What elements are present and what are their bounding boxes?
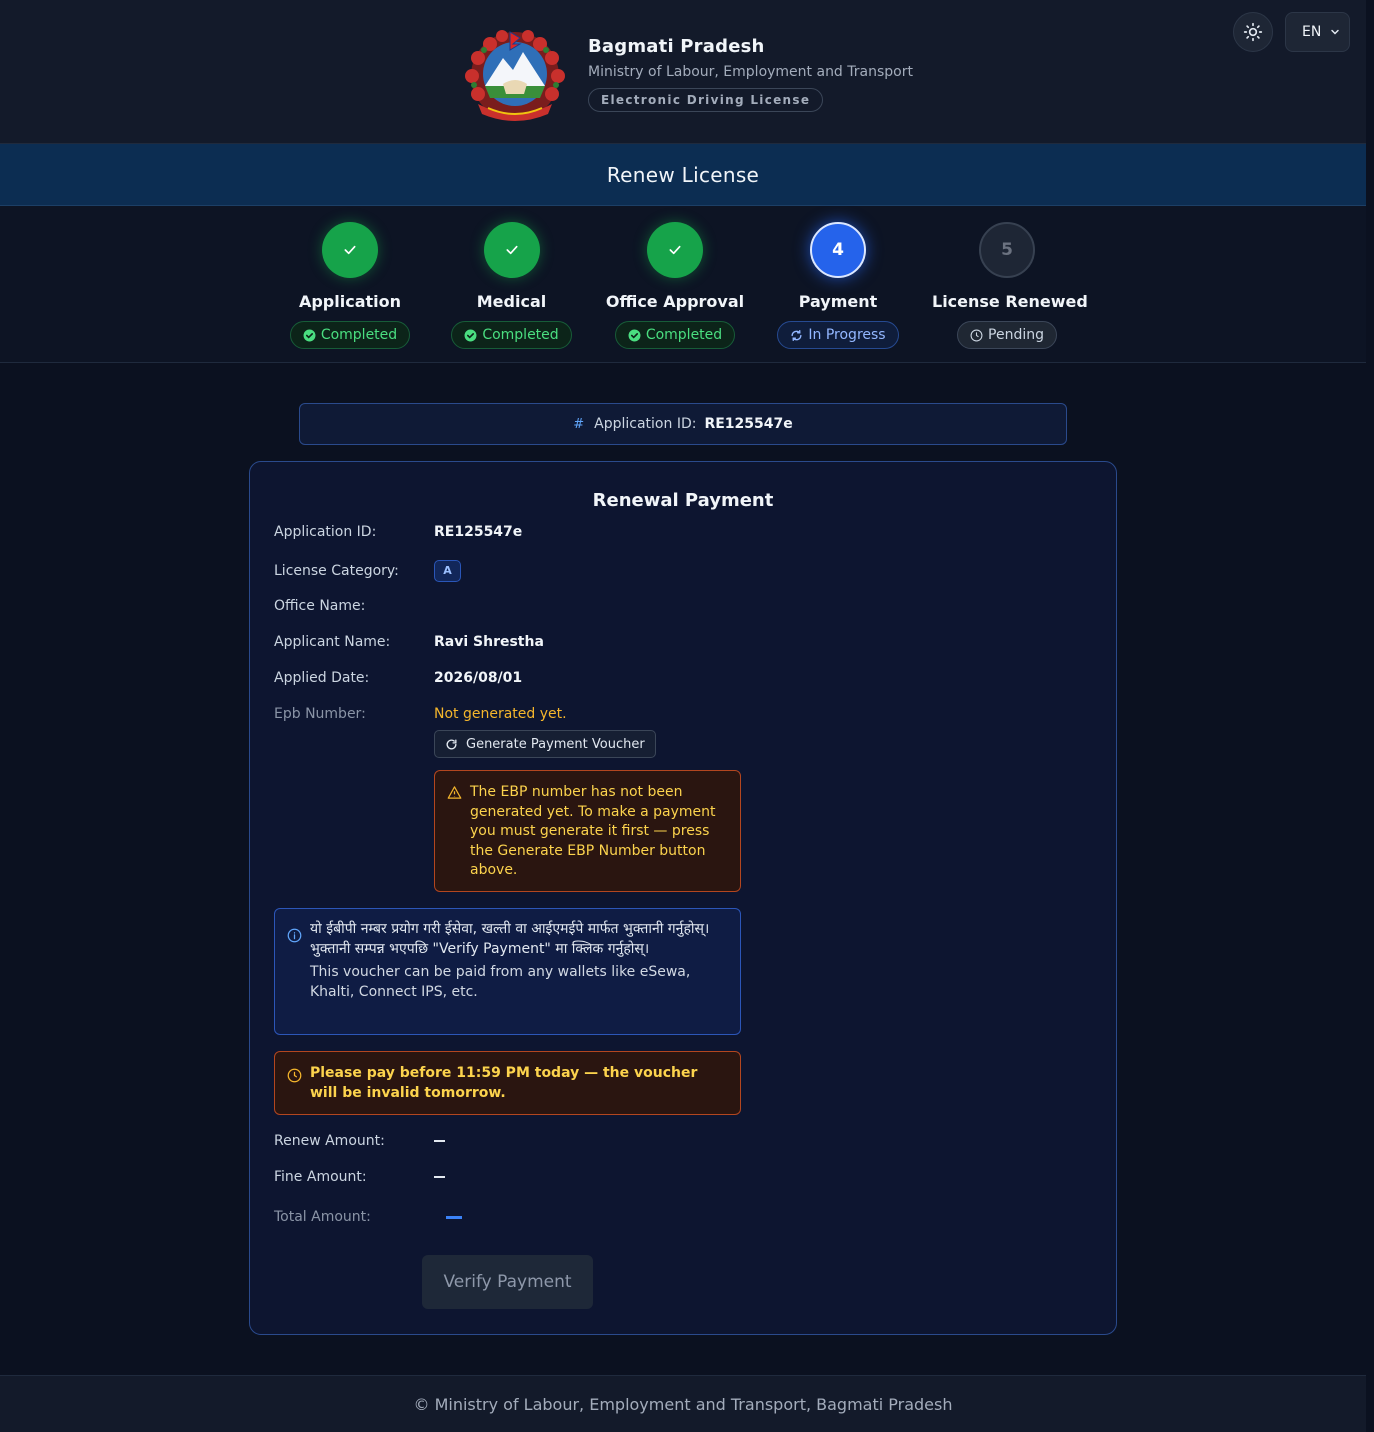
check-circle-icon [303,329,316,341]
language-select[interactable]: EN [1285,12,1350,52]
footer-text: © Ministry of Labour, Employment and Tra… [413,1394,953,1414]
page: Bagmati Pradesh Ministry of Labour, Empl… [0,0,1366,1432]
verify-payment-button[interactable]: Verify Payment [422,1255,593,1309]
payment-deadline-alert: Please pay before 11:59 PM today — the v… [274,1051,741,1115]
total-amount-row: Total Amount: [274,1209,462,1225]
page-title: Renew License [606,162,760,187]
field-applied-date: Applied Date: 2026/08/01 [274,670,523,686]
brand-badge: Electronic Driving License [588,88,824,112]
progress-stepper: Application Completed Medical Completed … [0,206,1366,363]
step-status-badge: In Progress [777,321,899,349]
application-id-label: Application ID: [594,416,697,432]
page-title-bar: Renew License [0,144,1366,206]
refresh-icon [791,329,802,341]
step-label: Payment [798,292,878,311]
step-license-renewed: 5 License Renewed Pending [932,222,1088,349]
theme-toggle-button[interactable] [1233,12,1273,52]
info-icon [287,928,302,943]
fine-amount-row: Fine Amount: [274,1169,445,1185]
empty-value-dash [434,1176,445,1178]
step-label: Medical [476,292,547,311]
category-badge: A [434,560,461,582]
field-license-category: License Category: A [274,560,461,582]
step-number: 4 [810,222,866,278]
check-circle-icon [628,329,641,341]
field-epb-number: Epb Number: Not generated yet. [274,706,567,722]
step-payment: 4 Payment In Progress [774,222,902,349]
payment-info-alert: यो ईबीपी नम्बर प्रयोग गरी ईसेवा, खल्ती व… [274,908,741,1035]
card-title: Renewal Payment [592,490,774,511]
warning-icon [447,786,462,799]
page-scrollbar[interactable] [1366,0,1374,1432]
clock-icon [287,1068,302,1083]
field-office-name: Office Name: [274,598,366,614]
step-label: Office Approval [605,292,745,311]
empty-value-dash [446,1215,462,1219]
empty-value-dash [434,1140,445,1142]
step-medical: Medical Completed [451,222,572,349]
language-value: EN [1302,24,1322,40]
generate-voucher-button[interactable]: Generate Payment Voucher [434,730,656,758]
deadline-text: Please pay before 11:59 PM today — the v… [310,1065,698,1101]
info-english-text: This voucher can be paid from any wallet… [310,964,691,1000]
step-status-badge: Pending [957,321,1057,349]
brand-block: Bagmati Pradesh Ministry of Labour, Empl… [588,36,913,112]
step-number: 5 [979,222,1035,278]
info-nepali-text: यो ईबीपी नम्बर प्रयोग गरी ईसेवा, खल्ती व… [310,921,710,957]
refresh-icon [446,738,457,749]
clock-icon [970,329,983,341]
application-id-bar: # Application ID: RE125547e [299,403,1067,445]
field-application-id: Application ID: RE125547e [274,524,523,540]
check-icon [322,222,378,278]
check-icon [647,222,703,278]
chevron-down-icon [1331,29,1339,35]
brand-subtitle: Ministry of Labour, Employment and Trans… [588,64,913,80]
brand-title: Bagmati Pradesh [588,36,765,57]
step-status-badge: Completed [289,321,411,349]
field-applicant-name: Applicant Name: Ravi Shrestha [274,634,544,650]
renewal-payment-card: Renewal Payment Application ID: RE125547e… [249,461,1117,1335]
step-label: License Renewed [932,292,1088,311]
site-footer: © Ministry of Labour, Employment and Tra… [0,1375,1366,1432]
ebp-warning-alert: The EBP number has not been generated ye… [434,770,741,892]
sun-icon [1243,22,1263,42]
application-id-value: RE125547e [704,416,793,432]
step-status-badge: Completed [614,321,736,349]
step-application: Application Completed [289,222,411,349]
step-office-approval: Office Approval Completed [605,222,745,349]
site-header: Bagmati Pradesh Ministry of Labour, Empl… [0,0,1366,144]
warning-text: The EBP number has not been generated ye… [470,784,716,878]
step-status-badge: Completed [451,321,572,349]
step-label: Application [298,292,402,311]
check-circle-icon [464,329,477,341]
check-icon [483,222,540,278]
hash-icon: # [573,416,585,432]
nepal-emblem-icon [465,30,565,121]
renew-amount-row: Renew Amount: [274,1133,445,1149]
